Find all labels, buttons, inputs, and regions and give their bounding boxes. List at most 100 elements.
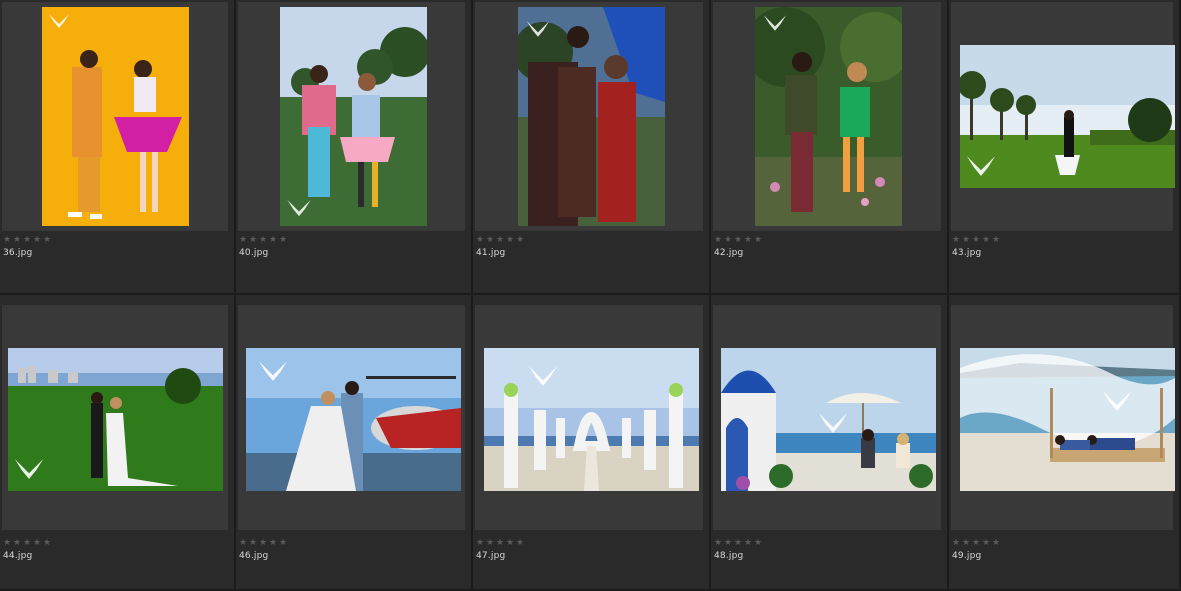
star-icon[interactable]: ★ [249,236,258,245]
thumbnail-cell[interactable]: ★ ★ ★ ★ ★ 44.jpg [0,295,236,591]
star-icon[interactable]: ★ [714,236,723,245]
star-icon[interactable]: ★ [754,539,763,548]
star-icon[interactable]: ★ [724,236,733,245]
rating-stars[interactable]: ★ ★ ★ ★ ★ [476,236,525,245]
star-icon[interactable]: ★ [982,236,991,245]
star-icon[interactable]: ★ [476,236,485,245]
star-icon[interactable]: ★ [734,539,743,548]
thumbnail-cell[interactable]: ★ ★ ★ ★ ★ 36.jpg [0,0,236,295]
star-icon[interactable]: ★ [239,236,248,245]
star-icon[interactable]: ★ [43,236,52,245]
thumbnail-image[interactable] [280,7,427,226]
file-name: 48.jpg [714,551,744,561]
rating-stars[interactable]: ★ ★ ★ ★ ★ [476,539,525,548]
rating-stars[interactable]: ★ ★ ★ ★ ★ [714,539,763,548]
thumbnail-image[interactable] [755,7,902,226]
star-icon[interactable]: ★ [13,539,22,548]
star-icon[interactable]: ★ [516,539,525,548]
star-icon[interactable]: ★ [486,236,495,245]
star-icon[interactable]: ★ [724,539,733,548]
star-icon[interactable]: ★ [33,539,42,548]
file-name: 47.jpg [476,551,506,561]
star-icon[interactable]: ★ [13,236,22,245]
star-icon[interactable]: ★ [33,236,42,245]
star-icon[interactable]: ★ [476,539,485,548]
watermark-logo [14,459,44,479]
file-name: 41.jpg [476,248,506,258]
star-icon[interactable]: ★ [43,539,52,548]
file-name: 44.jpg [3,551,33,561]
star-icon[interactable]: ★ [744,539,753,548]
rating-stars[interactable]: ★ ★ ★ ★ ★ [3,236,52,245]
rating-stars[interactable]: ★ ★ ★ ★ ★ [3,539,52,548]
rating-stars[interactable]: ★ ★ ★ ★ ★ [239,539,288,548]
rating-stars[interactable]: ★ ★ ★ ★ ★ [714,236,763,245]
file-name: 42.jpg [714,248,744,258]
star-icon[interactable]: ★ [516,236,525,245]
thumbnail-grid: ★ ★ ★ ★ ★ 36.jpg ★ ★ ★ ★ ★ 40.jpg ★ ★ ★ … [0,0,1181,591]
file-name: 36.jpg [3,248,33,258]
file-name: 49.jpg [952,551,982,561]
star-icon[interactable]: ★ [259,236,268,245]
thumbnail-image[interactable] [42,7,189,226]
thumbnail-image[interactable] [246,348,461,491]
star-icon[interactable]: ★ [982,539,991,548]
star-icon[interactable]: ★ [269,236,278,245]
file-name: 46.jpg [239,551,269,561]
star-icon[interactable]: ★ [249,539,258,548]
watermark-logo [1102,391,1132,411]
star-icon[interactable]: ★ [506,539,515,548]
watermark-logo [49,14,69,28]
star-icon[interactable]: ★ [992,236,1001,245]
star-icon[interactable]: ★ [714,539,723,548]
star-icon[interactable]: ★ [23,236,32,245]
star-icon[interactable]: ★ [952,236,961,245]
watermark-logo [526,21,550,37]
star-icon[interactable]: ★ [239,539,248,548]
star-icon[interactable]: ★ [952,539,961,548]
rating-stars[interactable]: ★ ★ ★ ★ ★ [239,236,288,245]
watermark-logo [287,199,311,217]
thumbnail-image[interactable] [8,348,223,491]
watermark-logo [528,366,558,386]
star-icon[interactable]: ★ [3,539,12,548]
star-icon[interactable]: ★ [754,236,763,245]
thumbnail-cell[interactable]: ★ ★ ★ ★ ★ 47.jpg [473,295,711,591]
star-icon[interactable]: ★ [23,539,32,548]
rating-stars[interactable]: ★ ★ ★ ★ ★ [952,236,1001,245]
watermark-logo [966,156,996,176]
star-icon[interactable]: ★ [734,236,743,245]
thumbnail-cell[interactable]: ★ ★ ★ ★ ★ 48.jpg [711,295,949,591]
star-icon[interactable]: ★ [744,236,753,245]
thumbnail-cell[interactable]: ★ ★ ★ ★ ★ 49.jpg [949,295,1181,591]
thumbnail-cell[interactable]: ★ ★ ★ ★ ★ 42.jpg [711,0,949,295]
star-icon[interactable]: ★ [486,539,495,548]
thumbnail-cell[interactable]: ★ ★ ★ ★ ★ 40.jpg [236,0,473,295]
star-icon[interactable]: ★ [506,236,515,245]
thumbnail-cell[interactable]: ★ ★ ★ ★ ★ 43.jpg [949,0,1181,295]
thumbnail-cell[interactable]: ★ ★ ★ ★ ★ 46.jpg [236,295,473,591]
thumbnail-cell[interactable]: ★ ★ ★ ★ ★ 41.jpg [473,0,711,295]
star-icon[interactable]: ★ [259,539,268,548]
file-name: 43.jpg [952,248,982,258]
watermark-logo [763,15,787,31]
star-icon[interactable]: ★ [279,236,288,245]
thumbnail-image[interactable] [484,348,699,491]
star-icon[interactable]: ★ [496,539,505,548]
rating-stars[interactable]: ★ ★ ★ ★ ★ [952,539,1001,548]
thumbnail-image[interactable] [960,348,1175,491]
star-icon[interactable]: ★ [3,236,12,245]
star-icon[interactable]: ★ [992,539,1001,548]
watermark-logo [818,413,848,433]
star-icon[interactable]: ★ [972,236,981,245]
star-icon[interactable]: ★ [496,236,505,245]
thumbnail-image[interactable] [721,348,936,491]
star-icon[interactable]: ★ [279,539,288,548]
star-icon[interactable]: ★ [269,539,278,548]
thumbnail-image[interactable] [518,7,665,226]
star-icon[interactable]: ★ [962,539,971,548]
star-icon[interactable]: ★ [972,539,981,548]
star-icon[interactable]: ★ [962,236,971,245]
file-name: 40.jpg [239,248,269,258]
thumbnail-image[interactable] [960,45,1175,188]
